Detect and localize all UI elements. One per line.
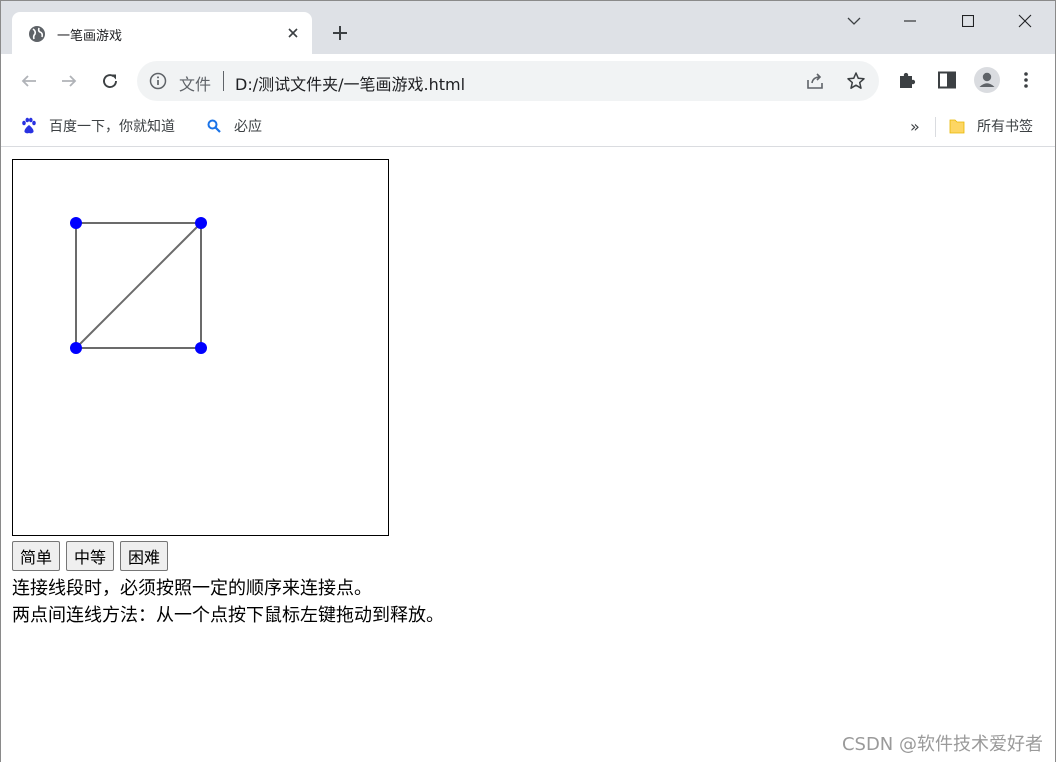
- bing-search-icon: [205, 117, 223, 135]
- profile-icon[interactable]: [974, 67, 1000, 93]
- new-tab-button[interactable]: [328, 21, 352, 45]
- all-bookmarks-button[interactable]: 所有书签: [948, 115, 1033, 137]
- plus-icon: [333, 26, 347, 40]
- tab-title: 一笔画游戏: [57, 29, 123, 44]
- medium-button[interactable]: 中等: [66, 541, 115, 571]
- share-icon[interactable]: [805, 71, 825, 91]
- site-info-chip[interactable]: 文件: [179, 71, 211, 95]
- close-icon: [1018, 14, 1032, 28]
- tab-search-button[interactable]: [834, 7, 874, 35]
- forward-arrow-icon: [62, 75, 77, 87]
- bookmark-baidu[interactable]: 百度一下，你就知道: [20, 115, 175, 137]
- puzzle-point-1[interactable]: [195, 217, 207, 229]
- bookmark-bing[interactable]: 必应: [205, 115, 262, 137]
- puzzle-point-0[interactable]: [70, 217, 82, 229]
- folder-icon: [948, 117, 966, 135]
- instruction-line-2: 两点间连线方法：从一个点按下鼠标左键拖动到释放。: [12, 605, 444, 626]
- bookmark-label: 必应: [234, 119, 262, 135]
- game-drawing[interactable]: [13, 160, 388, 535]
- side-panel-icon[interactable]: [936, 69, 958, 91]
- maximize-icon: [962, 15, 974, 27]
- chip-divider: [223, 71, 224, 91]
- browser-window: 一笔画游戏 文件 D:/测试文件夹/一笔画游戏.html 百度一下，你就知道 必…: [0, 0, 1056, 762]
- url-text[interactable]: D:/测试文件夹/一笔画游戏.html: [235, 71, 465, 95]
- address-bar[interactable]: 文件 D:/测试文件夹/一笔画游戏.html: [137, 61, 879, 101]
- hard-button[interactable]: 困难: [120, 541, 169, 571]
- minimize-icon: [904, 20, 916, 22]
- baidu-paw-icon: [20, 117, 38, 135]
- bookmarks-divider: [935, 117, 936, 137]
- minimize-button[interactable]: [890, 7, 930, 35]
- close-icon[interactable]: [284, 24, 302, 42]
- game-canvas[interactable]: [12, 159, 389, 536]
- bookmark-label: 百度一下，你就知道: [49, 119, 175, 135]
- difficulty-buttons: 简单 中等 困难: [12, 541, 169, 571]
- all-bookmarks-label: 所有书签: [977, 119, 1033, 135]
- window-close-button[interactable]: [1005, 7, 1045, 35]
- watermark: CSDN @软件技术爱好者: [841, 734, 1043, 755]
- kebab-menu-icon[interactable]: [1015, 69, 1037, 91]
- star-icon[interactable]: [846, 71, 866, 91]
- maximize-button[interactable]: [948, 7, 988, 35]
- easy-button[interactable]: 简单: [12, 541, 61, 571]
- forward-button[interactable]: [56, 68, 82, 94]
- tab-active[interactable]: 一笔画游戏: [12, 12, 312, 54]
- page-content: 简单 中等 困难 连接线段时，必须按照一定的顺序来连接点。 两点间连线方法：从一…: [1, 148, 1055, 762]
- back-arrow-icon: [21, 75, 36, 87]
- info-icon[interactable]: [149, 72, 167, 90]
- bookmarks-bar: 百度一下，你就知道 必应 » 所有书签: [1, 107, 1055, 147]
- tab-strip: 一笔画游戏: [1, 1, 1055, 54]
- instruction-line-1: 连接线段时，必须按照一定的顺序来连接点。: [12, 578, 372, 599]
- puzzle-point-2[interactable]: [195, 342, 207, 354]
- puzzle-point-3[interactable]: [70, 342, 82, 354]
- bookmarks-overflow-button[interactable]: »: [910, 115, 920, 137]
- toolbar: 文件 D:/测试文件夹/一笔画游戏.html: [1, 54, 1055, 107]
- chevron-down-icon: [847, 17, 861, 25]
- puzzle-icon[interactable]: [896, 69, 918, 91]
- globe-icon: [28, 25, 46, 43]
- puzzle-edge-4: [75, 222, 202, 349]
- reload-button[interactable]: [97, 68, 123, 94]
- back-button[interactable]: [16, 68, 42, 94]
- reload-icon: [103, 74, 117, 88]
